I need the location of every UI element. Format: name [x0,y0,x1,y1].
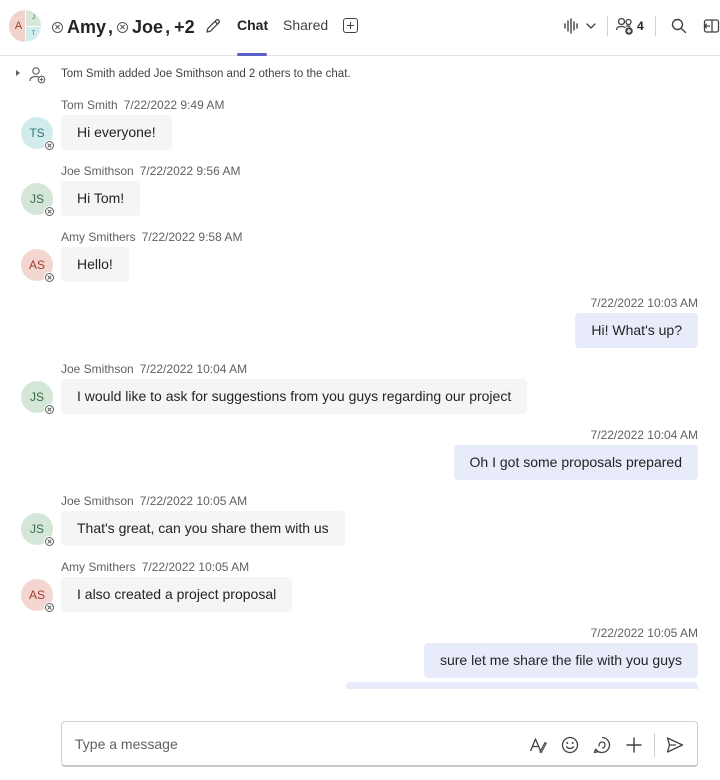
search-icon[interactable] [670,17,688,35]
avatar-initial-main: A [9,10,25,42]
message-time: 7/22/2022 10:05 AM [590,626,698,640]
participants-count: 4 [637,19,644,33]
message-bubble[interactable]: I would like to ask for suggestions from… [61,379,528,414]
compose-box [61,721,698,767]
title-name-1: Amy [67,16,107,37]
message-bubble[interactable]: Hi everyone! [61,115,172,150]
avatar-initials: JS [29,390,44,404]
tab-chat-active-indicator [237,53,267,56]
sender-name: Amy Smithers [61,230,136,244]
participants-button[interactable]: 4 [615,15,644,37]
message-bubble[interactable]: sure let me share the file with you guys [423,643,698,678]
message-meta: Joe Smithson 7/22/2022 10:05 AM [61,494,247,508]
message-time: 7/22/2022 10:05 AM [139,494,248,508]
message-bubble[interactable]: I also created a project proposal [61,577,293,612]
message-list: Tom Smith added Joe Smithson and 2 other… [0,57,720,689]
avatar-initial-small-1: J [26,10,41,26]
tab-shared[interactable]: Shared [283,17,328,33]
message-input[interactable] [75,734,375,754]
message-time: 7/22/2022 9:56 AM [139,164,241,178]
message-bubble-partial[interactable] [346,682,698,689]
message-bubble[interactable]: Hello! [61,247,129,282]
edit-icon[interactable] [204,17,222,35]
header-divider [607,16,608,36]
message-time: 7/22/2022 10:03 AM [590,296,698,310]
chat-header: A J T Amy , Joe , +2 Chat Shared 4 [0,0,720,56]
people-icon [615,17,633,35]
presence-offline-icon [44,536,55,547]
add-tab-icon[interactable] [343,18,358,33]
avatar-initial-small-2: T [26,26,41,42]
sender-name: Tom Smith [61,98,118,112]
message-time: 7/22/2022 9:49 AM [123,98,225,112]
presence-offline-icon [117,21,129,33]
avatar-initials: AS [28,588,45,602]
loop-icon[interactable] [592,735,612,755]
avatar-initials: AS [28,258,45,272]
avatar-initials: JS [29,192,44,206]
system-event-text: Tom Smith added Joe Smithson and 2 other… [61,68,351,80]
presence-offline-icon [44,404,55,415]
group-avatar[interactable]: A J T [9,10,41,42]
popout-icon[interactable] [702,17,720,35]
call-button[interactable] [562,16,600,36]
compose-divider [654,733,655,757]
call-icon [564,18,578,34]
chevron-down-icon [586,23,596,29]
send-icon[interactable] [665,735,685,755]
system-event: Tom Smith added Joe Smithson and 2 other… [0,66,720,84]
title-name-2: Joe [132,16,164,37]
format-icon[interactable] [528,735,548,755]
avatar[interactable]: TS [21,117,55,151]
message-time: 7/22/2022 10:04 AM [139,362,248,376]
message-meta: Tom Smith 7/22/2022 9:49 AM [61,98,224,112]
avatar-initials: JS [29,522,44,536]
sender-name: Joe Smithson [61,494,134,508]
message-bubble[interactable]: Oh I got some proposals prepared [453,445,698,480]
sender-name: Amy Smithers [61,560,136,574]
avatar[interactable]: AS [21,579,55,613]
presence-offline-icon [52,21,63,33]
message-meta: Joe Smithson 7/22/2022 10:04 AM [61,362,247,376]
avatar[interactable]: AS [21,249,55,283]
avatar[interactable]: JS [21,183,55,217]
title-separator: , [165,16,171,37]
message-meta: Joe Smithson 7/22/2022 9:56 AM [61,164,240,178]
avatar[interactable]: JS [21,381,55,415]
message-time: 7/22/2022 9:58 AM [141,230,243,244]
message-time: 7/22/2022 10:05 AM [141,560,250,574]
presence-offline-icon [44,140,55,151]
message-meta: Amy Smithers 7/22/2022 9:58 AM [61,230,242,244]
message-time: 7/22/2022 10:04 AM [590,428,698,442]
attach-plus-icon[interactable] [624,735,644,755]
person-add-icon [29,67,46,84]
title-more-count: +2 [174,16,195,37]
chat-title[interactable]: Amy , Joe , +2 [52,14,195,40]
message-meta: Amy Smithers 7/22/2022 10:05 AM [61,560,249,574]
avatar[interactable]: JS [21,513,55,547]
tab-chat[interactable]: Chat [237,17,268,33]
message-bubble[interactable]: Hi! What's up? [575,313,698,348]
message-bubble[interactable]: Hi Tom! [61,181,141,216]
message-bubble[interactable]: That's great, can you share them with us [61,511,345,546]
header-divider [655,16,656,36]
avatar-initials: TS [29,126,45,140]
title-separator: , [108,16,114,37]
emoji-icon[interactable] [560,735,580,755]
sender-name: Joe Smithson [61,362,134,376]
presence-offline-icon [44,602,55,613]
expand-caret-icon[interactable] [16,70,20,76]
presence-offline-icon [44,206,55,217]
sender-name: Joe Smithson [61,164,134,178]
presence-offline-icon [44,272,55,283]
